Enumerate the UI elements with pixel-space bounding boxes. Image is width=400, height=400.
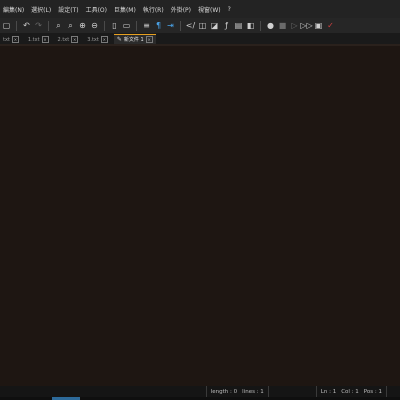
menu-search[interactable]: 選択(L): [28, 5, 55, 14]
tab-2-txt[interactable]: 2.txt ×: [55, 34, 82, 44]
status-bar: length : 0 lines : 1 Ln : 1 Col : 1 Pos …: [0, 386, 400, 397]
toolbar-separator: [16, 20, 17, 31]
close-icon[interactable]: ×: [11, 36, 19, 43]
close-icon[interactable]: ×: [71, 36, 79, 43]
tab-label: 2.txt: [57, 36, 70, 43]
tab-3-txt[interactable]: 3.txt ×: [84, 34, 111, 44]
menu-window[interactable]: 視窗(W): [195, 5, 225, 14]
play-macro-icon[interactable]: ▷: [290, 21, 299, 30]
undo-icon[interactable]: ↶: [22, 21, 31, 30]
status-eol: [386, 386, 400, 397]
save-macro-icon[interactable]: ▣: [314, 21, 323, 30]
tab-label: 1.txt: [27, 36, 40, 43]
replace-icon[interactable]: ⌕: [66, 21, 75, 30]
menu-help[interactable]: ?: [225, 6, 235, 13]
tab-bar: txt × 1.txt × 2.txt × 3.txt × ✎ 新文件 1 ×: [0, 33, 400, 44]
menu-bar: 編集(N) 選択(L) 設定(T) 工具(O) 巨集(M) 執行(R) 外掛(P…: [0, 0, 400, 18]
toolbar: ▢ ↶ ↷ ⌕ ⌕ ⊕ ⊖ ▯ ▭ ≡ ¶ ⇥ </◫ ◪ ƒ ▤ ◧ ● ■ ▷ ▷▷ ▣ ✓: [0, 18, 400, 33]
close-icon[interactable]: ×: [100, 36, 108, 43]
toolbar-separator: [48, 20, 49, 31]
record-macro-icon[interactable]: ●: [266, 21, 275, 30]
status-pos: Pos : 1: [363, 388, 382, 395]
show-all-chars-icon[interactable]: ¶: [154, 21, 163, 30]
menu-settings[interactable]: 設定(T): [55, 5, 82, 14]
stop-macro-icon[interactable]: ■: [278, 21, 287, 30]
tab-1-txt[interactable]: 1.txt ×: [25, 34, 52, 44]
tab-txt[interactable]: txt ×: [0, 34, 22, 44]
status-ln: Ln : 1: [320, 388, 337, 395]
status-gap: [267, 386, 316, 397]
toolbar-separator: [104, 20, 105, 31]
tab-label: 新文件 1: [123, 37, 144, 43]
play-multiple-icon[interactable]: ▷▷: [300, 21, 312, 30]
find-icon[interactable]: ⌕: [54, 21, 63, 30]
udl-icon[interactable]: </: [186, 21, 195, 30]
monitoring-icon[interactable]: ◧: [246, 21, 255, 30]
doc-list-icon[interactable]: ◪: [210, 21, 219, 30]
redo-icon[interactable]: ↷: [34, 21, 43, 30]
tab-new-file-1[interactable]: ✎ 新文件 1 ×: [113, 34, 156, 44]
new-file-icon[interactable]: ▢: [2, 21, 11, 30]
status-length: length : 0: [210, 388, 238, 395]
folder-workspace-icon[interactable]: ▤: [234, 21, 243, 30]
menu-plugins[interactable]: 外掛(P): [168, 5, 195, 14]
zoom-in-icon[interactable]: ⊕: [78, 21, 87, 30]
toolbar-separator: [180, 20, 181, 31]
status-lines: lines : 1: [242, 388, 264, 395]
indent-guide-icon[interactable]: ⇥: [166, 21, 175, 30]
sync-h-icon[interactable]: ▭: [122, 21, 131, 30]
menu-tools[interactable]: 工具(O): [83, 5, 111, 14]
pencil-icon: ✎: [116, 36, 122, 43]
sync-v-icon[interactable]: ▯: [110, 21, 119, 30]
doc-map-icon[interactable]: ◫: [198, 21, 207, 30]
status-length-lines: length : 0 lines : 1: [205, 386, 268, 397]
menu-run[interactable]: 執行(R): [140, 5, 168, 14]
spell-check-icon[interactable]: ✓: [326, 21, 335, 30]
toolbar-separator: [136, 20, 137, 31]
status-col: Col : 1: [341, 388, 359, 395]
menu-edit[interactable]: 編集(N): [0, 5, 28, 14]
function-list-icon[interactable]: ƒ: [222, 21, 231, 30]
word-wrap-icon[interactable]: ≡: [142, 21, 151, 30]
tab-label: 3.txt: [87, 36, 99, 43]
tab-label: txt: [3, 36, 10, 43]
zoom-out-icon[interactable]: ⊖: [90, 21, 99, 30]
menu-macro[interactable]: 巨集(M): [111, 5, 140, 14]
close-icon[interactable]: ×: [145, 36, 153, 43]
close-icon[interactable]: ×: [41, 36, 49, 43]
status-position: Ln : 1 Col : 1 Pos : 1: [315, 386, 386, 397]
text-editor-area[interactable]: [0, 44, 400, 386]
toolbar-separator: [260, 20, 261, 31]
editor-top-edge: [0, 44, 400, 46]
